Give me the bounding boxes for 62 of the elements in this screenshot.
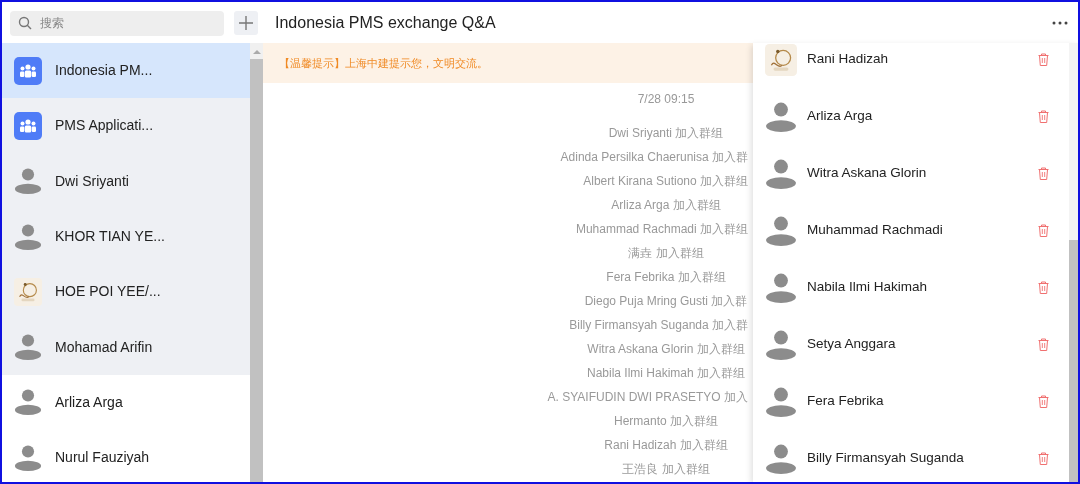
system-message: 满垚 加入群组 <box>628 245 704 262</box>
member-name: Setya Anggara <box>807 335 897 354</box>
conversation-item[interactable]: KHOR TIAN YE... <box>2 208 250 265</box>
trash-icon[interactable] <box>1038 53 1049 66</box>
conversation-item[interactable]: PMS Applicati... <box>2 98 250 154</box>
trash-icon[interactable] <box>1038 167 1049 180</box>
member-name: Fera Febrika <box>807 392 885 411</box>
person-avatar-icon <box>14 222 42 251</box>
system-message: Billy Firmansyah Suganda 加入群 <box>569 317 748 334</box>
chat-title: Indonesia PMS exchange Q&A <box>275 12 496 33</box>
person-avatar-icon <box>14 388 42 417</box>
system-message: Albert Kirana Sutiono 加入群组 <box>583 173 748 190</box>
person-avatar-icon <box>765 442 797 475</box>
system-message: Adinda Persilka Chaerunisa 加入群 <box>560 149 748 166</box>
trash-icon[interactable] <box>1038 224 1049 237</box>
conversation-item[interactable]: Indonesia PM... <box>2 43 250 99</box>
system-message: Hermanto 加入群组 <box>614 413 718 430</box>
member-name: Nabila Ilmi Hakimah <box>807 278 929 297</box>
system-message: Dwi Sriyanti 加入群组 <box>608 125 724 142</box>
trash-icon[interactable] <box>1038 395 1049 408</box>
system-message: Witra Askana Glorin 加入群组 <box>587 341 745 358</box>
plus-icon <box>238 14 254 31</box>
system-message: Arliza Arga 加入群组 <box>611 197 721 214</box>
trash-icon[interactable] <box>1038 281 1049 294</box>
person-avatar-icon <box>765 157 797 190</box>
search-icon <box>18 16 32 30</box>
system-message: Rani Hadizah 加入群组 <box>604 437 728 454</box>
member-name: Billy Firmansyah Suganda <box>807 449 965 468</box>
member-name: Muhammad Rachmadi <box>807 221 944 240</box>
scroll-up-icon[interactable] <box>252 49 261 55</box>
scrollbar-thumb[interactable] <box>250 59 263 482</box>
member-name: Arliza Arga <box>807 107 874 126</box>
person-avatar-icon <box>765 385 797 418</box>
system-message: Muhammad Rachmadi 加入群组 <box>575 221 748 238</box>
conversation-item[interactable]: Dwi Sriyanti <box>2 153 250 209</box>
system-message: A. SYAIFUDIN DWI PRASETYO 加入 <box>547 389 748 406</box>
system-message: Diego Puja Mring Gusti 加入群 <box>584 293 748 310</box>
person-avatar-icon <box>765 271 797 304</box>
timestamp: 7/28 09:15 <box>637 91 695 108</box>
conversation-item[interactable]: Mohamad Arifin <box>2 319 250 375</box>
notice-text: 【温馨提示】上海中建提示您，文明交流。 <box>279 55 488 71</box>
conversation-item[interactable]: HOE POI YEE/... <box>2 264 250 320</box>
person-avatar-icon <box>14 167 42 196</box>
person-avatar-icon <box>765 100 797 133</box>
trash-icon[interactable] <box>1038 452 1049 465</box>
system-message: Fera Febrika 加入群组 <box>606 269 726 286</box>
person-avatar-icon <box>765 328 797 361</box>
member-name: Witra Askana Glorin <box>807 164 928 183</box>
person-avatar-icon <box>765 214 797 247</box>
group-avatar-icon <box>14 111 42 140</box>
more-icon <box>1052 20 1068 25</box>
scrollbar-thumb[interactable] <box>1069 240 1078 482</box>
group-avatar-icon <box>14 56 42 85</box>
add-button[interactable] <box>234 10 258 35</box>
system-message: 王浩良 加入群组 <box>622 461 710 478</box>
member-name: Rani Hadizah <box>807 50 890 69</box>
person-avatar-icon <box>14 333 42 362</box>
trash-icon[interactable] <box>1038 110 1049 123</box>
trash-icon[interactable] <box>1038 338 1049 351</box>
system-message: Nabila Ilmi Hakimah 加入群组 <box>587 365 746 382</box>
person-avatar-icon <box>14 443 42 472</box>
search-field[interactable]: 搜索 <box>10 10 224 36</box>
